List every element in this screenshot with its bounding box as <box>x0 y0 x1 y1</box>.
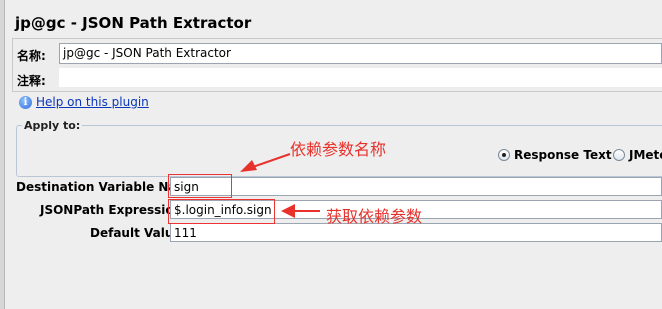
arrow-line-var-name <box>249 153 291 169</box>
arrow-head-jsonpath <box>281 204 295 218</box>
annotation-jsonpath: 获取依赖参数 <box>326 207 423 226</box>
arrow-head-var-name <box>240 160 257 172</box>
annotation-var-name: 依赖参数名称 <box>290 140 387 159</box>
